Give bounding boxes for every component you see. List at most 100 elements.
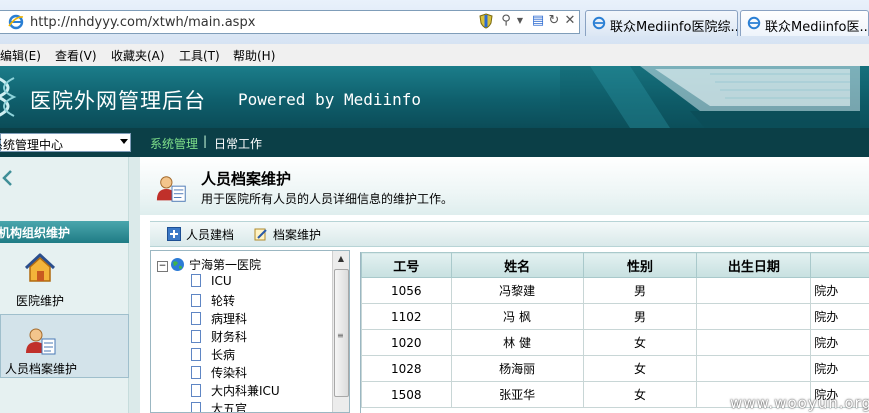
cell-birthdate bbox=[696, 329, 812, 356]
cell-birthdate bbox=[696, 303, 812, 330]
cell-birthdate bbox=[696, 277, 812, 304]
menu-view[interactable]: 查看(V) bbox=[55, 47, 97, 64]
sidebar-item-label: 人员档案维护 bbox=[5, 362, 78, 376]
table-row[interactable]: 1020 林 健 女 院办 bbox=[361, 329, 869, 356]
nav-separator: | bbox=[203, 134, 208, 148]
cell-id: 1028 bbox=[361, 355, 452, 382]
cell-id: 1102 bbox=[361, 303, 452, 330]
menu-favorites[interactable]: 收藏夹(A) bbox=[111, 47, 165, 64]
column-header-department[interactable] bbox=[810, 252, 869, 278]
tree-item[interactable]: 财务科 bbox=[191, 328, 247, 345]
scroll-up-icon[interactable]: ▲ bbox=[333, 251, 349, 267]
column-header-name[interactable]: 姓名 bbox=[450, 252, 584, 278]
edit-file-icon bbox=[254, 228, 267, 241]
tree-scrollbar[interactable]: ▲ ≡ bbox=[332, 251, 349, 412]
nav-system-management[interactable]: 系统管理 bbox=[150, 135, 198, 152]
ie-tab-icon bbox=[747, 16, 761, 30]
cell-gender: 男 bbox=[582, 277, 698, 304]
table-row[interactable]: 1102 冯 枫 男 院办 bbox=[361, 303, 869, 330]
menu-edit[interactable]: 编辑(E) bbox=[0, 47, 41, 64]
app-banner: 医院外网管理后台 Powered by Mediinfo bbox=[0, 66, 869, 128]
banner-decoration bbox=[560, 66, 869, 128]
tree-item[interactable]: 轮转 bbox=[191, 292, 235, 309]
nav-daily-work[interactable]: 日常工作 bbox=[214, 135, 262, 152]
cell-id: 1020 bbox=[361, 329, 452, 356]
ie-tab-icon bbox=[592, 16, 606, 30]
cell-id: 1508 bbox=[361, 381, 452, 408]
center-select[interactable]: 系统管理中心 bbox=[0, 133, 131, 152]
new-record-button[interactable]: 人员建档 bbox=[167, 226, 234, 243]
cell-name: 冯 枫 bbox=[450, 303, 584, 330]
watermark: www.wooyun.org bbox=[730, 394, 869, 412]
tab-label: 联众Mediinfo医院综... bbox=[610, 20, 738, 35]
person-file-icon bbox=[156, 176, 186, 202]
compat-view-icon[interactable]: ▤ bbox=[530, 13, 546, 29]
document-icon bbox=[191, 348, 201, 361]
toolbar: 人员建档 档案维护 bbox=[150, 221, 869, 247]
center-select-value: 系统管理中心 bbox=[0, 138, 64, 152]
cell-department: 院办 bbox=[810, 355, 869, 382]
menu-tools[interactable]: 工具(T) bbox=[179, 47, 220, 64]
scrollbar-grip-icon: ≡ bbox=[337, 331, 344, 340]
sidebar-item-label: 医院维护 bbox=[16, 294, 65, 308]
browser-tab-1[interactable]: 联众Mediinfo医院综... bbox=[585, 10, 738, 36]
globe-icon bbox=[171, 258, 184, 271]
sidebar-section-title: 机构组织维护 bbox=[0, 226, 71, 240]
cell-gender: 男 bbox=[582, 303, 698, 330]
cell-gender: 女 bbox=[582, 381, 698, 408]
dropdown-arrow-icon[interactable]: ▼ bbox=[512, 13, 528, 29]
browser-tab-2[interactable]: 联众Mediinfo医... bbox=[740, 10, 869, 36]
address-url[interactable]: http://nhdyyy.com/xtwh/main.aspx bbox=[30, 15, 255, 30]
powered-by: Powered by Mediinfo bbox=[238, 90, 422, 109]
document-icon bbox=[191, 402, 201, 412]
ie-logo-icon bbox=[8, 14, 24, 30]
chevron-down-icon[interactable] bbox=[120, 139, 128, 144]
cell-department: 院办 bbox=[810, 329, 869, 356]
cell-gender: 女 bbox=[582, 329, 698, 356]
stop-icon[interactable]: ✕ bbox=[562, 13, 578, 29]
add-icon bbox=[167, 227, 181, 241]
toolbar-label: 档案维护 bbox=[273, 228, 322, 242]
document-icon bbox=[191, 294, 201, 307]
tree-root-label: 宁海第一医院 bbox=[189, 258, 262, 272]
cell-birthdate bbox=[696, 355, 812, 382]
cell-department: 院办 bbox=[810, 303, 869, 330]
toolbar-label: 人员建档 bbox=[186, 228, 235, 242]
tab-label: 联众Mediinfo医... bbox=[765, 20, 869, 35]
tree-item[interactable]: ICU bbox=[191, 274, 232, 288]
sidebar-item-staff-records[interactable]: 人员档案维护 bbox=[0, 314, 129, 378]
sidebar-item-hospital[interactable]: 医院维护 bbox=[0, 244, 129, 314]
menu-help[interactable]: 帮助(H) bbox=[233, 47, 275, 64]
collapse-tree-icon[interactable]: − bbox=[157, 261, 168, 272]
cell-gender: 女 bbox=[582, 355, 698, 382]
document-icon bbox=[191, 384, 201, 397]
document-icon bbox=[191, 312, 201, 325]
column-header-id[interactable]: 工号 bbox=[361, 252, 452, 278]
org-tree: − 宁海第一医院 ICU 轮转 病理科 财务科 长病 传染科 大内科兼ICU 大五… bbox=[150, 250, 350, 413]
column-header-birthdate[interactable]: 出生日期 bbox=[696, 252, 812, 278]
staff-grid: 工号 姓名 性别 出生日期 1056 冯黎建 男 院办 1102 冯 枫 男 院… bbox=[360, 252, 869, 413]
app-title: 医院外网管理后台 bbox=[30, 89, 206, 113]
refresh-icon[interactable]: ↻ bbox=[546, 13, 562, 29]
house-icon bbox=[24, 253, 56, 282]
dna-logo-icon bbox=[0, 77, 17, 117]
document-icon bbox=[191, 274, 201, 287]
tree-root-node[interactable]: − 宁海第一医院 bbox=[157, 256, 261, 273]
maintain-records-button[interactable]: 档案维护 bbox=[254, 226, 321, 243]
tree-item[interactable]: 病理科 bbox=[191, 310, 247, 327]
sidebar-section-header[interactable]: 机构组织维护 bbox=[0, 221, 129, 243]
table-row[interactable]: 1056 冯黎建 男 院办 bbox=[361, 277, 869, 304]
table-row[interactable]: 1028 杨海丽 女 院办 bbox=[361, 355, 869, 382]
page-description: 用于医院所有人员的人员详细信息的维护工作。 bbox=[201, 192, 454, 206]
cell-id: 1056 bbox=[361, 277, 452, 304]
cell-name: 林 健 bbox=[450, 329, 584, 356]
tree-item[interactable]: 传染科 bbox=[191, 364, 247, 381]
column-header-gender[interactable]: 性别 bbox=[582, 252, 698, 278]
tree-item[interactable]: 大五官 bbox=[191, 400, 247, 412]
person-file-icon bbox=[26, 328, 56, 355]
tree-item[interactable]: 大内科兼ICU bbox=[191, 382, 280, 399]
document-icon bbox=[191, 330, 201, 343]
tree-item[interactable]: 长病 bbox=[191, 346, 235, 363]
collapse-arrow-icon[interactable] bbox=[0, 168, 20, 188]
compat-shield-icon[interactable] bbox=[478, 13, 494, 29]
